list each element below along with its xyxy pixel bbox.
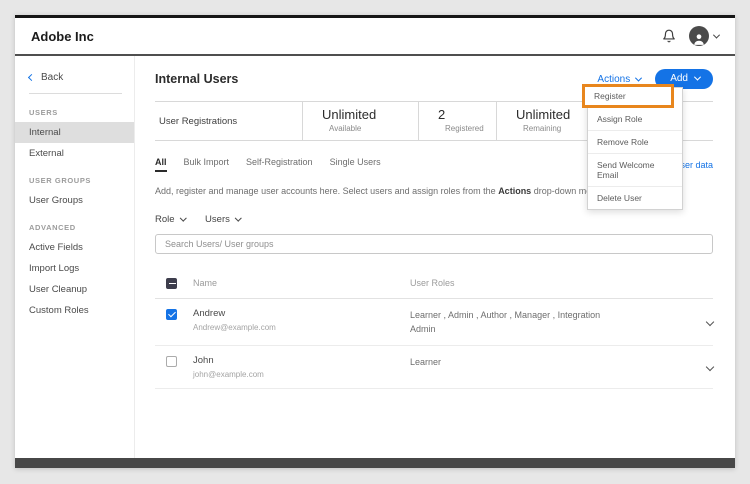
tab-all[interactable]: All	[155, 157, 167, 172]
tab-self-registration[interactable]: Self-Registration	[246, 157, 313, 172]
user-roles: Learner	[410, 355, 618, 369]
row-checkbox-cell	[155, 308, 193, 320]
row-roles-cell: Learner , Admin , Author , Manager , Int…	[410, 308, 693, 337]
row-name-cell: John john@example.com	[193, 355, 410, 379]
stat-registered-value: 2	[438, 107, 496, 122]
row-checkbox-cell	[155, 355, 193, 367]
sidebar-item-user-groups[interactable]: User Groups	[15, 190, 134, 211]
tab-bulk-import[interactable]: Bulk Import	[184, 157, 230, 172]
description-text: Add, register and manage user accounts h…	[155, 186, 498, 196]
sidebar-item-active-fields[interactable]: Active Fields	[15, 237, 134, 258]
notification-bell-icon[interactable]	[662, 29, 676, 43]
main-content: Internal Users Actions Add Register	[135, 56, 735, 458]
chevron-down-icon[interactable]	[706, 318, 714, 326]
search-input[interactable]	[155, 234, 713, 254]
tab-single-users[interactable]: Single Users	[330, 157, 381, 172]
menu-item-assign-role[interactable]: Assign Role	[588, 108, 682, 131]
row-expand-cell	[693, 364, 713, 370]
row-roles-cell: Learner	[410, 355, 693, 369]
actions-label: Actions	[597, 74, 630, 85]
sidebar-item-import-logs[interactable]: Import Logs	[15, 258, 134, 279]
users-filter-dropdown[interactable]: Users	[205, 214, 240, 225]
chevron-down-icon[interactable]	[706, 363, 714, 371]
sidebar-section-users-label: USERS	[15, 96, 134, 122]
chevron-down-icon	[180, 214, 186, 220]
chevron-left-icon	[28, 74, 35, 81]
app-title: Adobe Inc	[31, 29, 94, 44]
search-wrap	[155, 234, 713, 254]
chevron-down-icon	[713, 31, 720, 38]
sidebar-divider	[29, 93, 122, 94]
row-checkbox[interactable]	[166, 356, 177, 367]
row-expand-cell	[693, 319, 713, 325]
menu-item-remove-role[interactable]: Remove Role	[588, 131, 682, 154]
sidebar-item-custom-roles[interactable]: Custom Roles	[15, 300, 134, 321]
top-bar: Adobe Inc	[15, 18, 735, 56]
role-filter-dropdown[interactable]: Role	[155, 214, 185, 225]
row-name-cell: Andrew Andrew@example.com	[193, 308, 410, 332]
stat-registered-caption: Registered	[438, 124, 496, 133]
user-name: John	[193, 355, 410, 366]
sidebar-item-internal[interactable]: Internal	[15, 122, 134, 143]
menu-item-register[interactable]: Register	[585, 87, 671, 105]
table-row: John john@example.com Learner	[155, 346, 713, 389]
chevron-down-icon	[235, 214, 241, 220]
sidebar-item-user-cleanup[interactable]: User Cleanup	[15, 279, 134, 300]
description-bold: Actions	[498, 186, 531, 196]
user-email: Andrew@example.com	[193, 323, 410, 332]
avatar	[689, 26, 709, 46]
back-label: Back	[41, 72, 63, 83]
select-all-checkbox[interactable]	[166, 278, 177, 289]
sidebar-section-advanced-label: ADVANCED	[15, 211, 134, 237]
person-icon	[692, 32, 706, 46]
row-checkbox[interactable]	[166, 309, 177, 320]
menu-item-send-welcome-email[interactable]: Send Welcome Email	[588, 154, 682, 187]
filters-row: Role Users	[155, 214, 713, 225]
stats-label: User Registrations	[155, 102, 303, 140]
users-filter-label: Users	[205, 214, 230, 225]
chevron-down-icon	[635, 74, 642, 81]
chevron-down-icon	[694, 74, 701, 81]
user-email: john@example.com	[193, 370, 410, 379]
account-menu[interactable]	[689, 26, 719, 46]
add-label: Add	[670, 73, 688, 84]
app-window: Adobe Inc Back USERS Internal External U…	[15, 15, 735, 468]
page-title: Internal Users	[155, 72, 238, 86]
back-button[interactable]: Back	[15, 66, 134, 93]
header-name: Name	[193, 278, 410, 288]
table-row: Andrew Andrew@example.com Learner , Admi…	[155, 299, 713, 347]
sidebar: Back USERS Internal External USER GROUPS…	[15, 56, 135, 458]
stat-available-caption: Available	[322, 124, 418, 133]
stat-available: Unlimited Available	[303, 102, 419, 140]
header-user-roles: User Roles	[410, 278, 693, 288]
role-filter-label: Role	[155, 214, 175, 225]
user-name: Andrew	[193, 308, 410, 319]
actions-dropdown-button[interactable]: Actions	[597, 74, 641, 85]
sidebar-item-external[interactable]: External	[15, 143, 134, 164]
stat-registered: 2 Registered	[419, 102, 497, 140]
users-table: Name User Roles Andrew Andrew@example.co…	[155, 271, 713, 390]
highlight-box: Register	[582, 84, 674, 108]
header-checkbox-cell	[155, 277, 193, 289]
table-header-row: Name User Roles	[155, 271, 713, 299]
top-bar-right	[662, 26, 719, 46]
sidebar-section-user-groups-label: USER GROUPS	[15, 164, 134, 190]
user-roles: Learner , Admin , Author , Manager , Int…	[410, 308, 618, 337]
bottom-bar	[15, 458, 735, 468]
actions-menu: Register Assign Role Remove Role Send We…	[587, 87, 683, 210]
body: Back USERS Internal External USER GROUPS…	[15, 56, 735, 458]
stat-available-value: Unlimited	[322, 107, 418, 122]
menu-item-delete-user[interactable]: Delete User	[588, 187, 682, 209]
